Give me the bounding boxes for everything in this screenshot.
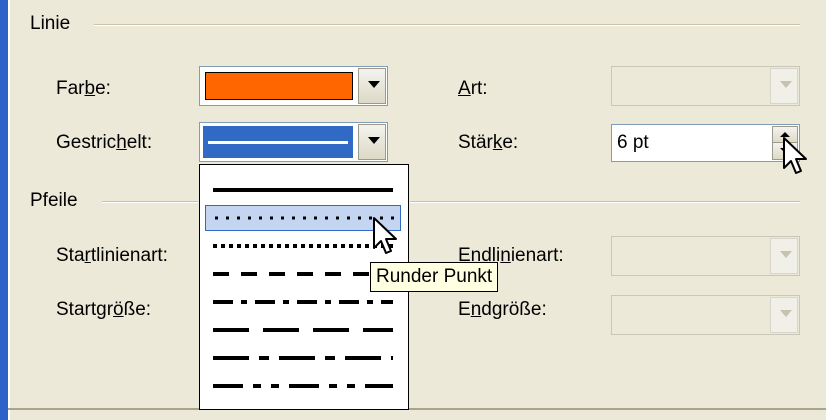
linie-group-title: Linie — [30, 13, 71, 34]
endgroesse-combo — [611, 295, 800, 335]
window-left-border — [0, 0, 8, 420]
startlinienart-label: Startlinienart: — [56, 245, 168, 266]
selected-dash-preview — [203, 126, 353, 158]
farbe-dropdown-arrow-icon[interactable] — [358, 68, 386, 104]
dialog-bottom-divider — [8, 408, 826, 410]
staerke-value[interactable]: 6 pt — [617, 132, 649, 154]
farbe-label: Farbe: — [56, 78, 111, 99]
pfeile-group-title: Pfeile — [30, 190, 78, 211]
mouse-pointer-icon — [373, 217, 397, 254]
dash-option-long-dash-dot[interactable] — [205, 345, 401, 371]
dash-option-dash-dot[interactable] — [205, 289, 401, 315]
dash-option-long-dash-dot-dot[interactable] — [205, 373, 401, 399]
pfeile-group-line-right — [410, 201, 800, 203]
endlinienart-dropdown-arrow-icon — [770, 238, 798, 274]
dash-option-long-dash[interactable] — [205, 317, 401, 343]
window-inner-highlight — [8, 0, 10, 420]
endgroesse-label: Endgröße: — [458, 299, 547, 320]
startgroesse-label: Startgröße: — [56, 299, 152, 320]
pfeile-group-line-left — [102, 201, 198, 203]
endlinienart-combo — [611, 236, 800, 276]
staerke-label: Stärke: — [458, 132, 519, 153]
gestrichelt-label: Gestrichelt: — [56, 132, 153, 153]
art-dropdown-arrow-icon — [770, 68, 798, 104]
dash-option-solid[interactable] — [205, 177, 401, 203]
orange-color-swatch — [205, 72, 353, 100]
linie-group-line — [94, 24, 800, 26]
gestrichelt-dash-combo[interactable] — [199, 122, 388, 162]
art-combo — [611, 66, 800, 106]
staerke-spinner[interactable]: 6 pt — [611, 124, 800, 162]
spinner-mouse-pointer-icon — [783, 137, 807, 174]
gestrichelt-dropdown-arrow-icon[interactable] — [358, 124, 386, 160]
farbe-color-combo[interactable] — [199, 66, 388, 106]
endgroesse-dropdown-arrow-icon — [770, 297, 798, 333]
art-label: Art: — [458, 78, 488, 99]
dash-tooltip: Runder Punkt — [370, 262, 499, 292]
